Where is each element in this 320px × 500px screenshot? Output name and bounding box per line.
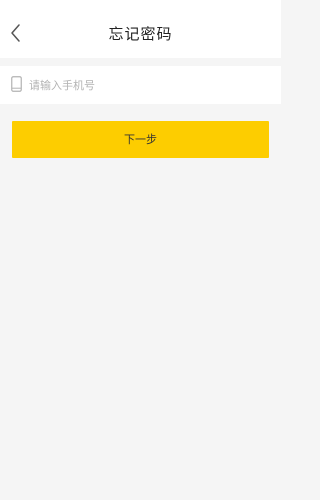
page-title: 忘记密码 bbox=[108, 25, 173, 43]
next-step-button[interactable]: 下一步 bbox=[12, 121, 269, 158]
mobile-phone-icon bbox=[11, 76, 22, 92]
top-nav-bar: 忘记密码 bbox=[0, 0, 281, 58]
phone-input-row bbox=[0, 66, 281, 104]
phone-number-input[interactable] bbox=[29, 75, 269, 95]
